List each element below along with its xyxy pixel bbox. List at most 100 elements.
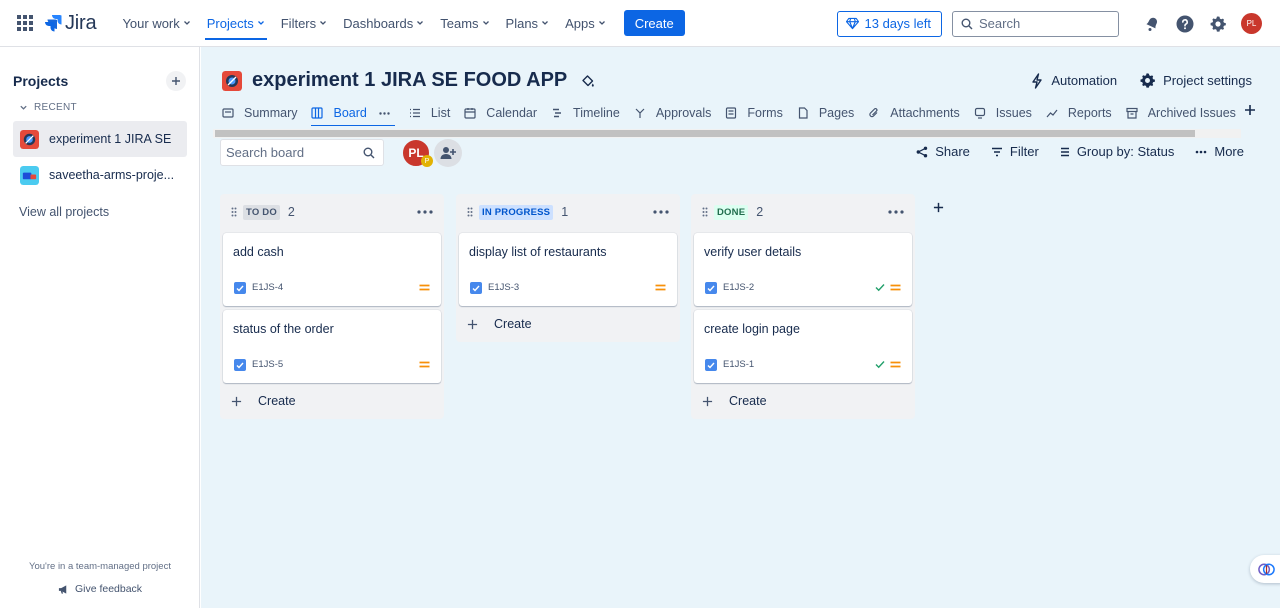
- task-type-icon: [234, 282, 246, 294]
- issue-key[interactable]: E1JS-4: [252, 282, 283, 293]
- create-issue-button[interactable]: Create: [220, 383, 444, 419]
- nav-label: Projects: [206, 15, 254, 31]
- avatar-badge: P: [421, 155, 433, 167]
- trial-button[interactable]: 13 days left: [836, 10, 942, 37]
- create-button[interactable]: Create: [623, 10, 685, 36]
- add-people-button[interactable]: [434, 139, 462, 167]
- sidebar-project-saveetha[interactable]: saveetha-arms-proje...: [13, 157, 187, 193]
- nav-filters[interactable]: Filters: [273, 0, 335, 47]
- issue-card[interactable]: status of the order E1JS-5: [223, 310, 441, 383]
- give-feedback-link[interactable]: Give feedback: [0, 583, 200, 595]
- scrollbar-thumb[interactable]: [215, 130, 1195, 137]
- tab-reports[interactable]: Reports: [1046, 100, 1112, 126]
- column-header[interactable]: IN PROGRESS 1: [456, 194, 680, 230]
- more-button[interactable]: More: [1195, 144, 1244, 159]
- tab-attachments[interactable]: Attachments: [868, 100, 960, 126]
- group-by-button[interactable]: Group by: Status: [1060, 144, 1174, 159]
- nav-teams[interactable]: Teams: [432, 0, 497, 47]
- filter-label: Filter: [1009, 144, 1039, 159]
- filter-button[interactable]: Filter: [991, 144, 1039, 159]
- sidebar-project-experiment[interactable]: experiment 1 JIRA SE: [13, 121, 187, 157]
- issue-key[interactable]: E1JS-1: [723, 359, 754, 370]
- paint-bucket-icon[interactable]: [581, 74, 595, 88]
- issue-card[interactable]: add cash E1JS-4: [223, 233, 441, 306]
- team-managed-note: You're in a team-managed project: [29, 561, 171, 572]
- issue-card[interactable]: verify user details E1JS-2: [694, 233, 912, 306]
- plus-icon: [933, 202, 943, 212]
- jira-logo[interactable]: Jira: [44, 12, 97, 35]
- view-all-projects-link[interactable]: View all projects: [19, 205, 109, 219]
- tab-approvals[interactable]: Approvals: [634, 100, 711, 126]
- column-more-icon[interactable]: [653, 210, 669, 214]
- column-header[interactable]: TO DO 2: [220, 194, 444, 230]
- add-column-button[interactable]: [928, 197, 948, 217]
- column-more-icon[interactable]: [417, 210, 433, 214]
- nav-projects[interactable]: Projects: [199, 0, 273, 47]
- drag-handle-icon[interactable]: [231, 207, 237, 217]
- tab-forms[interactable]: Forms: [725, 100, 783, 126]
- project-avatar-icon: [222, 70, 242, 91]
- search-placeholder: Search: [979, 16, 1021, 31]
- tab-summary[interactable]: Summary: [222, 100, 297, 126]
- drag-handle-icon[interactable]: [467, 207, 473, 217]
- create-issue-button[interactable]: Create: [691, 383, 915, 419]
- sidebar-heading: Projects: [13, 73, 69, 89]
- search-icon: [363, 147, 375, 159]
- project-avatar-icon: [20, 165, 39, 185]
- issue-key[interactable]: E1JS-3: [488, 282, 519, 293]
- tab-board[interactable]: Board: [311, 100, 396, 126]
- drag-handle-icon[interactable]: [702, 207, 708, 217]
- priority-medium-icon: [419, 283, 430, 292]
- nav-apps[interactable]: Apps: [557, 0, 614, 47]
- nav-plans[interactable]: Plans: [498, 0, 558, 47]
- tab-label: Issues: [995, 106, 1032, 120]
- tab-calendar[interactable]: Calendar: [464, 100, 537, 126]
- board-icon: [311, 107, 328, 119]
- chevron-down-icon: [254, 19, 265, 27]
- create-issue-button[interactable]: Create: [456, 306, 680, 342]
- settings-icon[interactable]: [1206, 12, 1230, 36]
- attachment-icon: [868, 107, 885, 119]
- nav-your-work[interactable]: Your work: [114, 0, 198, 47]
- chevron-down-icon: [316, 19, 327, 27]
- project-avatar-icon: [20, 129, 39, 149]
- sidebar-project-label: experiment 1 JIRA SE: [49, 132, 172, 146]
- ai-assistant-button[interactable]: [1250, 555, 1280, 583]
- tabs-scrollbar[interactable]: [213, 129, 1241, 138]
- share-button[interactable]: Share: [916, 144, 970, 159]
- app-switcher-icon[interactable]: [16, 14, 34, 32]
- help-icon[interactable]: [1173, 12, 1197, 36]
- chevron-down-icon: [538, 19, 549, 27]
- column-more-icon[interactable]: [888, 210, 904, 214]
- tab-issues[interactable]: Issues: [974, 100, 1032, 126]
- tab-pages[interactable]: Pages: [797, 100, 854, 126]
- chevron-down-icon: [479, 19, 490, 27]
- user-avatar[interactable]: PL: [1241, 13, 1262, 34]
- done-check-icon: [875, 283, 885, 292]
- tab-list[interactable]: List: [409, 100, 450, 126]
- global-search-input[interactable]: Search: [952, 10, 1119, 37]
- add-project-button[interactable]: [166, 71, 186, 91]
- gear-icon: [1140, 73, 1155, 88]
- nav-dashboards[interactable]: Dashboards: [335, 0, 432, 47]
- nav-label: Teams: [440, 15, 479, 31]
- notifications-icon[interactable]: [1140, 12, 1164, 36]
- nav-label: Apps: [565, 15, 595, 31]
- issue-card[interactable]: create login page E1JS-1: [694, 310, 912, 383]
- project-settings-button[interactable]: Project settings: [1139, 72, 1252, 89]
- chevron-down-icon: [595, 19, 606, 27]
- issue-key[interactable]: E1JS-5: [252, 359, 283, 370]
- create-label: Create: [494, 317, 532, 331]
- add-tab-icon[interactable]: [1244, 104, 1256, 116]
- tab-timeline[interactable]: Timeline: [551, 100, 620, 126]
- recent-section-toggle[interactable]: RECENT: [19, 102, 77, 113]
- board-search-input[interactable]: Search board: [220, 139, 384, 166]
- issue-card[interactable]: display list of restaurants E1JS-3: [459, 233, 677, 306]
- tab-label: Calendar: [486, 106, 538, 120]
- tab-archived-issues[interactable]: Archived Issues: [1126, 100, 1236, 126]
- automation-button[interactable]: Automation: [1030, 72, 1117, 89]
- tab-more-icon[interactable]: [379, 111, 395, 115]
- issue-key[interactable]: E1JS-2: [723, 282, 754, 293]
- sidebar: Projects RECENT experiment 1 JIRA SE sav…: [0, 47, 200, 608]
- column-header[interactable]: DONE 2: [691, 194, 915, 230]
